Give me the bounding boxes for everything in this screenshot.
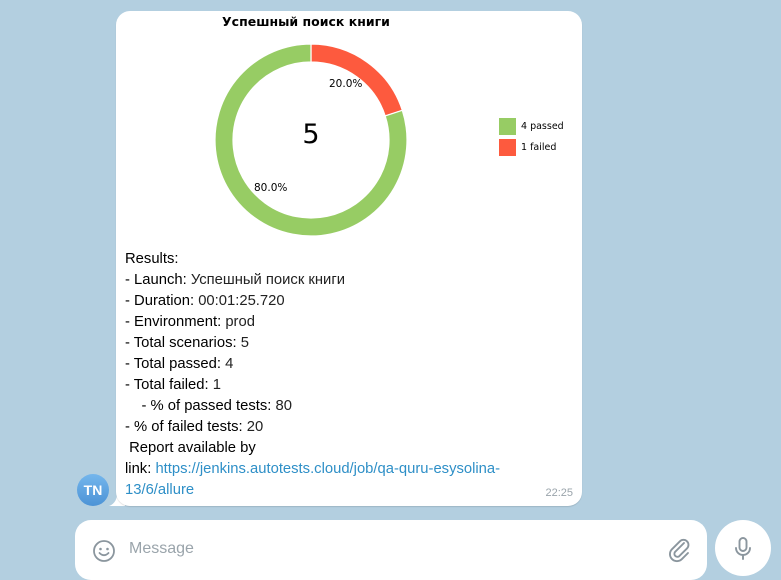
pct-passed-value: 80	[271, 398, 292, 414]
legend-item-passed: 4 passed	[499, 116, 564, 137]
duration-value: 00:01:25.720	[194, 293, 285, 309]
duration-line: - Duration: 00:01:25.720	[125, 291, 555, 312]
chart-legend: 4 passed 1 failed	[499, 116, 564, 158]
report-line: Report available by	[125, 440, 256, 456]
legend-label-failed: 1 failed	[521, 142, 557, 153]
launch-label: - Launch:	[125, 272, 187, 288]
allure-chart: Успешный поиск книги 5 20.0% 80.0% 4 pas…	[116, 11, 582, 251]
results-text: Results: - Launch: Успешный поиск книги …	[125, 249, 555, 501]
environment-line: - Environment: prod	[125, 312, 555, 333]
total-scenarios-label: - Total scenarios:	[125, 335, 237, 351]
pct-failed-line: - % of failed tests: 20	[125, 417, 555, 438]
chart-title: Успешный поиск книги	[222, 14, 390, 29]
link-prefix: link:	[125, 461, 156, 477]
launch-line: - Launch: Успешный поиск книги	[125, 270, 555, 291]
total-failed-label: - Total failed:	[125, 377, 209, 393]
link-line: link: https://jenkins.autotests.cloud/jo…	[125, 459, 555, 480]
failed-percent-label: 20.0%	[329, 78, 363, 90]
avatar[interactable]: TN	[77, 474, 109, 506]
environment-value: prod	[221, 314, 255, 330]
launch-value: Успешный поиск книги	[186, 272, 345, 288]
link-line-2: 13/6/allure	[125, 480, 555, 501]
chart-center-count: 5	[302, 119, 320, 150]
duration-label: - Duration:	[125, 293, 195, 309]
pct-passed-line: - % of passed tests: 80	[125, 396, 555, 417]
total-scenarios-value: 5	[236, 335, 249, 351]
pct-passed-label: - % of passed tests:	[125, 398, 272, 414]
smile-icon[interactable]	[92, 539, 116, 563]
passed-percent-label: 80.0%	[254, 182, 288, 194]
legend-swatch-passed	[499, 118, 516, 135]
pct-failed-label: - % of failed tests:	[125, 419, 243, 435]
pct-failed-value: 20	[242, 419, 264, 435]
total-failed-value: 1	[208, 377, 221, 393]
total-passed-label: - Total passed:	[125, 356, 221, 372]
legend-swatch-failed	[499, 139, 516, 156]
results-heading: Results:	[125, 251, 179, 267]
total-scenarios-line: - Total scenarios: 5	[125, 333, 555, 354]
message-bubble: Успешный поиск книги 5 20.0% 80.0% 4 pas…	[116, 11, 582, 506]
microphone-icon	[735, 537, 751, 560]
total-passed-line: - Total passed: 4	[125, 354, 555, 375]
message-composer	[75, 520, 707, 580]
report-link[interactable]: https://jenkins.autotests.cloud/job/qa-q…	[155, 461, 500, 477]
microphone-button[interactable]	[715, 520, 771, 576]
total-passed-value: 4	[220, 356, 234, 372]
report-link-continued[interactable]: 13/6/allure	[125, 482, 194, 498]
message-time: 22:25	[545, 487, 573, 499]
message-input[interactable]	[129, 535, 649, 563]
paperclip-icon[interactable]	[667, 537, 691, 563]
environment-label: - Environment:	[125, 314, 222, 330]
total-failed-line: - Total failed: 1	[125, 375, 555, 396]
legend-item-failed: 1 failed	[499, 137, 564, 158]
legend-label-passed: 4 passed	[521, 121, 564, 132]
